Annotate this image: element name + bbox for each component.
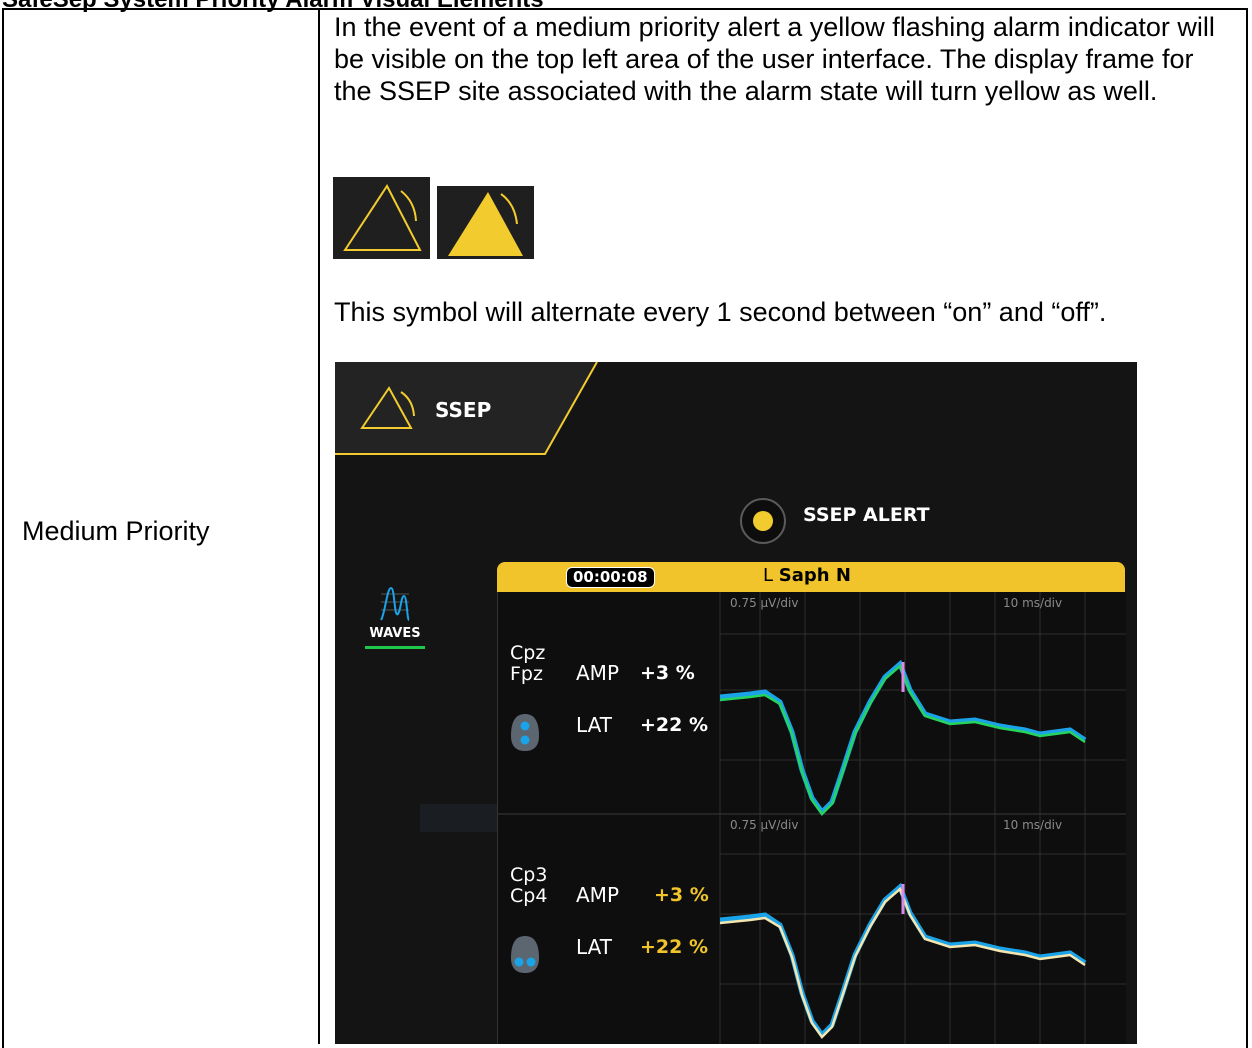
panel-body: 0.75 µV/div 10 ms/div Cpz Fpz AMP +3 % L… (497, 592, 1126, 1044)
channel-name-top: Cpz (510, 642, 546, 664)
ssep-monitor-screenshot: SSEP SSEP ALERT WAVES 00:00:08 L Saph N (335, 362, 1137, 1044)
amp-label: AMP (576, 883, 619, 907)
lat-value: +22 % (640, 936, 709, 958)
ssep-tab-label: SSEP (435, 398, 492, 422)
amp-value: +3 % (640, 662, 695, 684)
amp-value: +3 % (654, 884, 709, 906)
ssep-alert-label: SSEP ALERT (803, 504, 930, 526)
site-label: L Saph N (763, 566, 851, 586)
medium-priority-alarm-outline-icon (333, 177, 430, 259)
waveform-icon (380, 586, 410, 621)
ssep-site-panel: 00:00:08 L Saph N 0.75 µV/div 10 ms/div … (497, 562, 1126, 1044)
channel-name-top: Cp3 (510, 864, 548, 886)
ssep-alert-indicator[interactable] (740, 498, 786, 544)
waves-button[interactable]: WAVES (363, 584, 427, 654)
channel-name-bottom: Cp4 (510, 885, 548, 907)
alternation-note: This symbol will alternate every 1 secon… (334, 297, 1107, 327)
priority-row-label: Medium Priority (22, 516, 210, 546)
amp-label: AMP (576, 661, 619, 685)
site-side: L (763, 565, 774, 586)
site-nerve: Saph N (778, 565, 851, 586)
lat-label: LAT (576, 713, 612, 737)
alert-dot-icon (753, 511, 773, 531)
amplitude-scale-label: 0.75 µV/div (730, 596, 799, 610)
waves-active-underline (365, 646, 425, 649)
description-paragraph: In the event of a medium priority alert … (334, 12, 1215, 106)
electrode-head-icon (511, 714, 539, 751)
lat-value: +22 % (640, 714, 709, 736)
alarm-outline-icon (360, 386, 415, 429)
ssep-waveform-traces (720, 659, 1087, 1039)
time-scale-label: 10 ms/div (1003, 596, 1063, 610)
time-scale-label: 10 ms/div (1003, 818, 1063, 832)
channel-name-bottom: Fpz (510, 663, 543, 685)
lat-label: LAT (576, 935, 612, 959)
elapsed-timer: 00:00:08 (566, 567, 655, 588)
panel-header-alarm-frame: 00:00:08 L Saph N (497, 562, 1125, 592)
waves-label: WAVES (369, 626, 421, 641)
medium-priority-alarm-filled-icon (437, 186, 534, 259)
amplitude-scale-label: 0.75 µV/div (730, 818, 799, 832)
table-column-divider (318, 8, 320, 1044)
electrode-head-icon (511, 936, 539, 973)
